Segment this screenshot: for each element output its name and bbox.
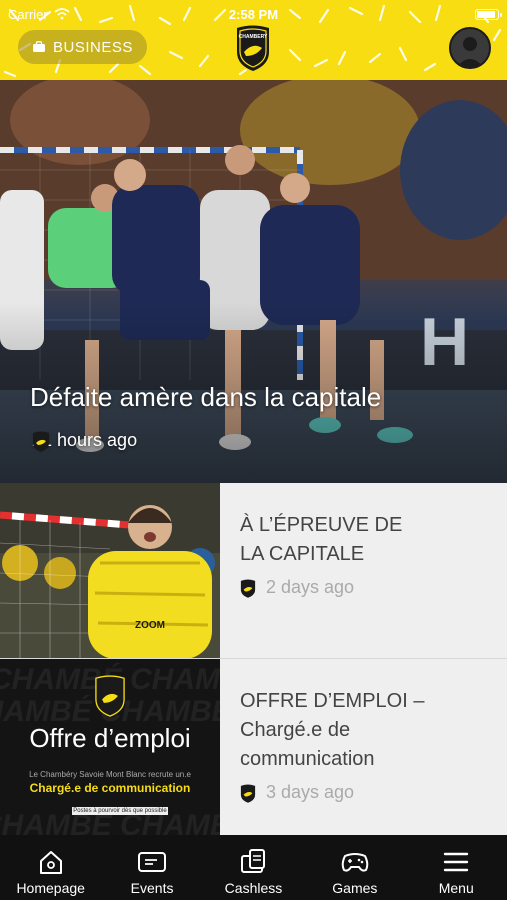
club-logo[interactable]: CHAMBERY <box>234 22 272 72</box>
offre-subtitle: Le Chambéry Savoie Mont Blanc recrute un… <box>29 770 191 779</box>
tab-label: Cashless <box>224 880 283 896</box>
hero-meta: 21 hours ago <box>32 430 137 452</box>
carrier-label: Carrier <box>8 6 48 22</box>
offre-role: Chargé.e de communication <box>29 781 191 795</box>
tab-label: Menu <box>438 880 474 896</box>
svg-text:CHAMBERY: CHAMBERY <box>239 34 268 40</box>
status-bar: Carrier 2:58 PM <box>8 6 502 22</box>
wallet-icon <box>238 848 268 876</box>
app-header: Carrier 2:58 PM BUSINESS CHAMBERY <box>0 0 507 80</box>
tab-events[interactable]: Events <box>104 838 200 896</box>
news-meta: 3 days ago <box>240 782 489 803</box>
offre-title: Offre d’emploi <box>29 723 191 753</box>
tab-games[interactable]: Games <box>307 838 403 896</box>
news-title-line: OFFRE D’EMPLOI – <box>240 690 425 712</box>
club-badge-icon <box>33 431 49 452</box>
tab-label: Homepage <box>16 880 85 896</box>
news-text: À L’ÉPREUVE DE LA CAPITALE 2 days ago <box>220 483 507 659</box>
hero-article[interactable]: H <box>0 80 507 483</box>
news-item[interactable]: CHAMBÉ CHAMBE CHAMBÉ CHAMBÉ CHAMBÉ CHAMB… <box>0 659 507 835</box>
gamepad-icon <box>340 848 370 876</box>
news-title-line: communication <box>240 748 375 770</box>
profile-avatar[interactable] <box>449 27 491 69</box>
tab-label: Events <box>130 880 174 896</box>
wifi-icon <box>54 8 70 20</box>
news-time: 2 days ago <box>266 577 355 597</box>
tab-homepage[interactable]: Homepage <box>3 838 99 896</box>
news-title-line: À L’ÉPREUVE DE <box>240 514 403 536</box>
club-badge-icon <box>240 784 256 803</box>
ticket-icon <box>137 848 167 876</box>
hero-title: Défaite amère dans la capitale <box>30 382 382 412</box>
business-label: BUSINESS <box>53 38 133 56</box>
battery-icon <box>475 8 502 20</box>
news-text: OFFRE D’EMPLOI – Chargé.e de communicati… <box>220 659 507 835</box>
news-title-line: LA CAPITALE <box>240 543 365 565</box>
news-title-line: Chargé.e de <box>240 719 351 741</box>
news-thumbnail: CHAMBÉ CHAMBE CHAMBÉ CHAMBÉ CHAMBÉ CHAMB… <box>0 659 220 835</box>
news-item[interactable]: ZOOM À L’ÉPREUVE DE LA CAPITALE 2 days a… <box>0 483 507 659</box>
briefcase-icon <box>33 41 45 52</box>
news-meta: 2 days ago <box>240 577 489 598</box>
news-time: 3 days ago <box>266 782 355 802</box>
tab-menu[interactable]: Menu <box>408 838 504 896</box>
club-logo <box>95 675 125 717</box>
news-thumbnail: ZOOM <box>0 483 220 659</box>
hero-photo: H <box>0 80 507 483</box>
business-button[interactable]: BUSINESS <box>18 30 147 64</box>
svg-text:ZOOM: ZOOM <box>135 620 165 631</box>
tab-label: Games <box>332 880 378 896</box>
tab-cashless[interactable]: Cashless <box>205 838 301 896</box>
goalkeeper-photo: ZOOM <box>0 483 220 659</box>
menu-icon <box>441 848 471 876</box>
status-time: 2:58 PM <box>228 6 279 22</box>
bottom-tab-bar: Homepage Events Cashless Games Menu <box>0 838 507 900</box>
offre-note: Postes à pourvoir dès que possible <box>72 807 168 815</box>
home-icon <box>36 848 66 876</box>
club-badge-icon <box>240 579 256 598</box>
